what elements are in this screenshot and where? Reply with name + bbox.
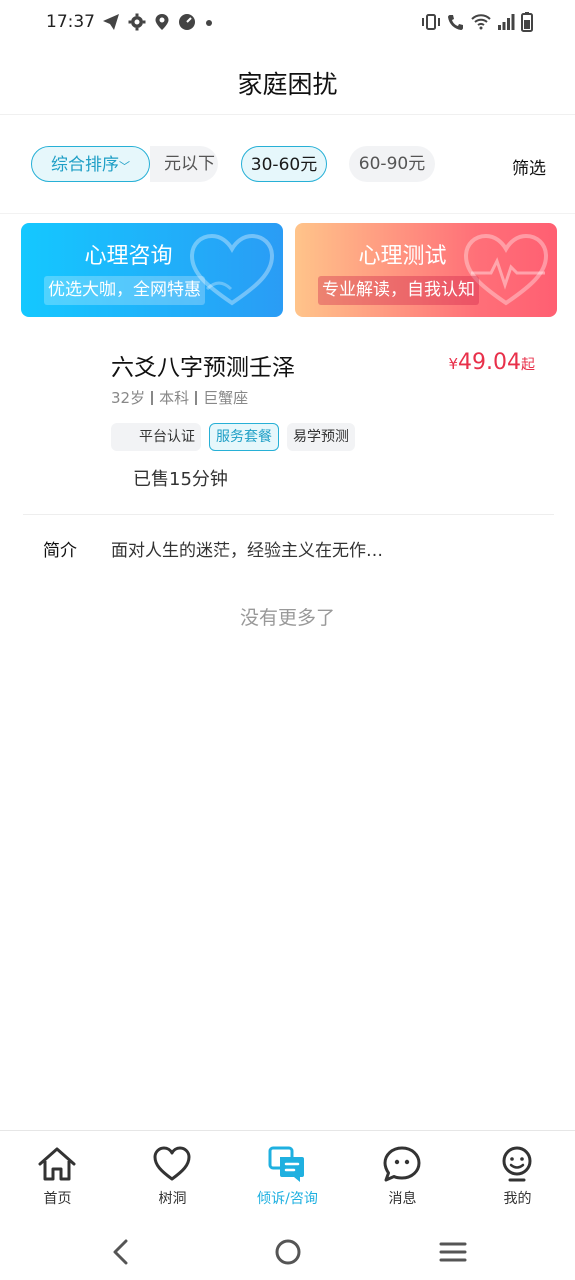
tag-service-package: 服务套餐	[209, 423, 279, 451]
no-more-text: 没有更多了	[239, 607, 335, 629]
price-chip-60-90[interactable]: 60-90元	[349, 146, 435, 182]
wifi-call-icon	[448, 15, 463, 30]
speed-icon	[179, 14, 195, 30]
consultant-tags: 平台认证 服务套餐 易学预测	[111, 423, 355, 451]
meta-separator	[151, 390, 154, 405]
meta-education: 本科	[159, 389, 190, 407]
system-nav-bar	[0, 1222, 575, 1280]
tag-platform-certified: 平台认证	[111, 423, 201, 451]
consultant-price: ¥49.04起	[448, 350, 535, 375]
sort-label: 综合排序	[51, 155, 119, 175]
tab-label: 我的	[503, 1191, 532, 1207]
bottom-tab-bar: 首页 树洞 倾诉/咨询 消息 我的	[0, 1130, 575, 1223]
banner-test[interactable]: 心理测试 专业解读，自我认知	[295, 223, 557, 317]
consultant-meta: 32岁 本科 巨蟹座	[111, 387, 248, 408]
title-bar: 家庭困扰	[0, 48, 575, 115]
status-time: 17:37	[46, 12, 95, 32]
status-right-icons	[421, 12, 533, 32]
banner-title: 心理咨询	[84, 244, 173, 269]
consultant-name: 六爻八字预测壬泽	[111, 355, 295, 381]
banner-title: 心理测试	[358, 244, 447, 269]
tab-profile[interactable]: 我的	[460, 1131, 575, 1223]
intro-label: 简介	[43, 541, 77, 561]
price-value: 49.04	[458, 350, 521, 375]
tab-label: 消息	[388, 1191, 417, 1207]
message-icon	[383, 1146, 421, 1182]
price-currency: ¥	[448, 355, 459, 373]
filter-bar: 综合排序﹀ 元以下 30-60元 60-90元 筛选	[0, 115, 575, 214]
menu-icon[interactable]	[435, 1234, 471, 1270]
status-bar: 17:37	[0, 0, 575, 48]
tab-label: 首页	[43, 1191, 72, 1207]
vibrate-icon	[422, 14, 440, 30]
page-title: 家庭困扰	[237, 70, 338, 99]
tab-label: 树洞	[158, 1191, 187, 1207]
banner-subtitle: 优选大咖，全网特惠	[44, 276, 205, 305]
profile-icon	[502, 1146, 532, 1182]
signal-icon	[498, 14, 515, 30]
dot-icon	[206, 20, 212, 26]
tab-messages[interactable]: 消息	[345, 1131, 460, 1223]
consultant-card[interactable]: 六爻八字预测壬泽 ¥49.04起 32岁 本科 巨蟹座 平台认证 服务套餐 易学…	[0, 330, 575, 515]
telegram-icon	[103, 14, 119, 30]
location-icon	[155, 14, 169, 30]
heart-outline-icon	[153, 1146, 191, 1181]
tab-consult[interactable]: 倾诉/咨询	[230, 1131, 345, 1223]
meta-separator	[195, 390, 198, 405]
chat-icon	[268, 1146, 304, 1182]
intro-text: 面对人生的迷茫，经验主义在无作…	[111, 541, 383, 561]
sold-count: 已售15分钟	[133, 469, 228, 490]
price-chip-30-60[interactable]: 30-60元	[241, 146, 327, 182]
tab-label: 倾诉/咨询	[257, 1191, 318, 1207]
price-suffix: 起	[521, 357, 535, 373]
back-icon[interactable]	[103, 1234, 139, 1270]
tag-divination: 易学预测	[287, 423, 355, 451]
gear-icon	[128, 13, 146, 31]
tab-home[interactable]: 首页	[0, 1131, 115, 1223]
home-button-icon[interactable]	[270, 1234, 306, 1270]
status-left-icons	[102, 13, 214, 31]
divider	[23, 514, 554, 515]
battery-icon	[521, 12, 533, 32]
meta-zodiac: 巨蟹座	[203, 389, 249, 407]
meta-age: 32岁	[111, 389, 146, 407]
sort-dropdown[interactable]: 综合排序﹀	[31, 146, 150, 182]
price-chip-under[interactable]: 元以下	[150, 146, 218, 182]
banner-subtitle: 专业解读，自我认知	[318, 276, 479, 305]
wifi-icon	[471, 14, 491, 30]
filter-button[interactable]: 筛选	[512, 154, 546, 179]
home-icon	[38, 1147, 76, 1181]
chevron-down-icon: ﹀	[119, 160, 130, 173]
tab-treehole[interactable]: 树洞	[115, 1131, 230, 1223]
banner-counseling[interactable]: 心理咨询 优选大咖，全网特惠	[21, 223, 283, 317]
